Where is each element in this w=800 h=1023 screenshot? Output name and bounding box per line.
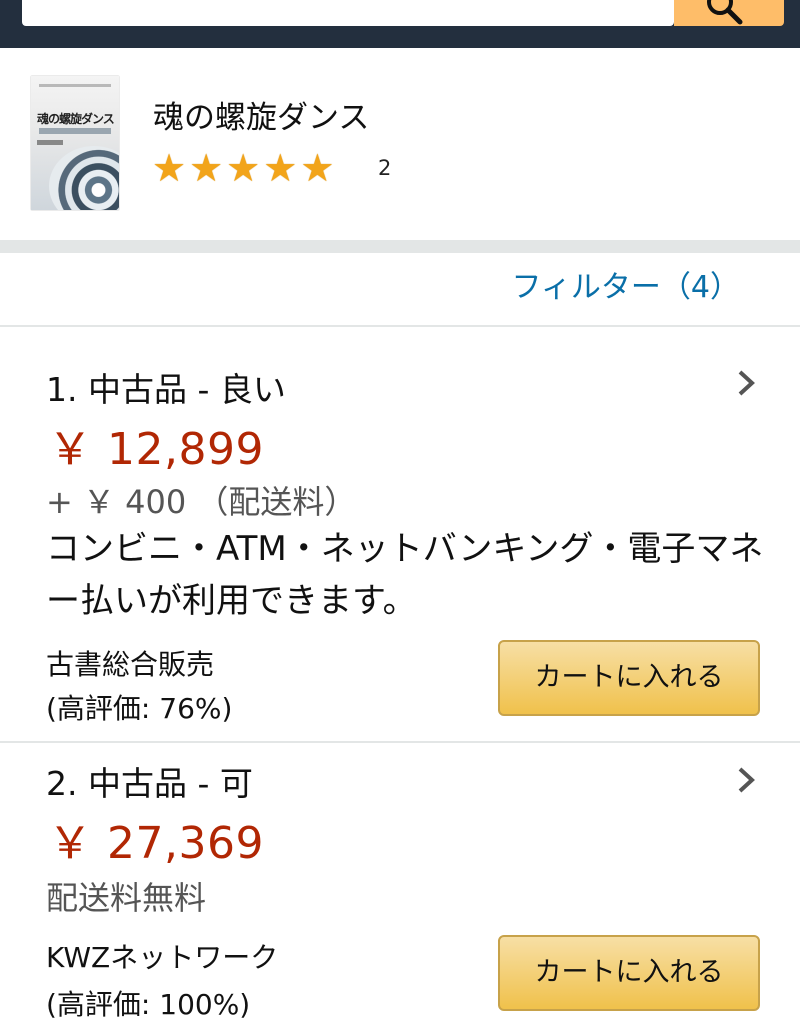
- chevron-right-icon[interactable]: [735, 368, 757, 398]
- star-icon: ★: [189, 146, 224, 190]
- seller-rating: (高評価: 76%): [46, 692, 233, 725]
- offer-price: ￥ 12,899: [48, 424, 264, 475]
- payment-note: コンビニ・ATM・ネットバンキング・電子マネー払いが利用できます。: [46, 529, 764, 621]
- shipping-cost: 配送料無料: [46, 879, 207, 917]
- cover-decoration: [37, 140, 63, 145]
- star-icon: ★: [263, 146, 298, 190]
- star-rating[interactable]: ★ ★ ★ ★ ★: [152, 146, 335, 190]
- star-icon: ★: [226, 146, 261, 190]
- star-icon: ★: [152, 146, 187, 190]
- product-title[interactable]: 魂の螺旋ダンス: [153, 92, 369, 137]
- seller-rating: (高評価: 100%): [46, 988, 251, 1021]
- chevron-right-icon[interactable]: [735, 765, 757, 795]
- search-input[interactable]: [22, 0, 674, 26]
- cover-swirl-artwork: [49, 146, 119, 210]
- search-icon: [707, 0, 743, 25]
- star-icon: ★: [300, 146, 335, 190]
- add-to-cart-button[interactable]: カートに入れる: [498, 640, 760, 716]
- product-summary: 魂の螺旋ダンス 魂の螺旋ダンス ★ ★ ★ ★ ★ 2: [0, 48, 800, 238]
- rating-count[interactable]: 2: [378, 156, 391, 180]
- seller-name[interactable]: 古書総合販売: [46, 643, 214, 683]
- section-divider: [0, 240, 800, 253]
- book-cover-image[interactable]: 魂の螺旋ダンス: [31, 76, 119, 210]
- offer-condition: 1. 中古品 - 良い: [46, 370, 286, 409]
- offer-condition: 2. 中古品 - 可: [46, 764, 253, 803]
- cover-decoration: [39, 128, 111, 134]
- top-nav-bar: [0, 0, 800, 48]
- shipping-cost: + ￥ 400 （配送料）: [46, 483, 357, 521]
- cover-decoration: [39, 84, 111, 87]
- cover-title: 魂の螺旋ダンス: [37, 112, 115, 126]
- filter-link[interactable]: フィルター（4）: [512, 262, 741, 306]
- seller-name[interactable]: KWZネットワーク: [46, 936, 278, 976]
- divider: [0, 741, 800, 743]
- offer-price: ￥ 27,369: [48, 818, 264, 869]
- search-button[interactable]: [674, 0, 784, 26]
- divider: [0, 325, 800, 327]
